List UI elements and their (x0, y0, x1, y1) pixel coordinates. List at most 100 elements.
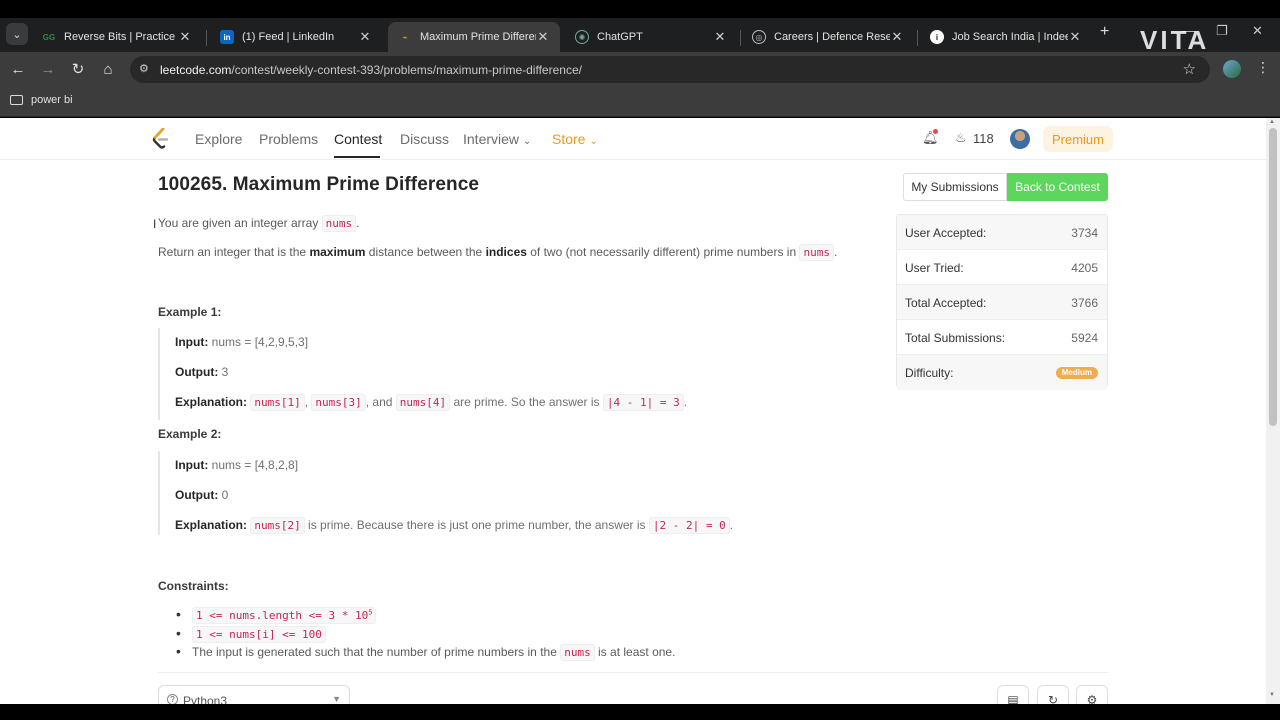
nav-store[interactable]: Store ⌄ (552, 131, 598, 147)
section-divider (158, 672, 1108, 673)
example-explanation: Explanation: nums[2] is prime. Because t… (175, 517, 734, 534)
close-icon[interactable]: ✕ (536, 29, 550, 45)
language-select[interactable]: ? Python3 ▼ (158, 685, 350, 704)
stat-user-accepted: User Accepted: 3734 (897, 215, 1107, 250)
user-avatar[interactable] (1010, 129, 1030, 149)
tab-careers[interactable]: ◎ Careers | Defence Research ✕ (742, 22, 914, 52)
chatgpt-icon: ✺ (575, 30, 589, 44)
globe-icon: ◎ (752, 30, 766, 44)
folder-icon (10, 95, 23, 105)
streak-count: 118 (973, 131, 994, 146)
bookmark-power-bi[interactable]: power bi (10, 94, 73, 106)
tab-linkedin[interactable]: in (1) Feed | LinkedIn ✕ (210, 22, 382, 52)
stat-user-tried: User Tried: 4205 (897, 250, 1107, 285)
tab-title: Careers | Defence Research (774, 31, 890, 43)
constraint-item: 1 <= nums.length <= 3 * 105 (176, 606, 377, 624)
browser-menu-icon[interactable]: ⋮ (1256, 59, 1270, 76)
problem-description: Return an integer that is the maximum di… (158, 244, 838, 261)
maximize-icon[interactable]: ❐ (1216, 23, 1228, 39)
example-output: Output: 0 (175, 488, 229, 502)
close-icon[interactable]: ✕ (1068, 29, 1082, 45)
tab-chatgpt[interactable]: ✺ ChatGPT ✕ (565, 22, 737, 52)
url-field[interactable]: ⚙ leetcode.com/contest/weekly-contest-39… (130, 56, 1210, 83)
constraint-item: The input is generated such that the num… (176, 643, 675, 661)
leetcode-logo[interactable] (152, 128, 172, 150)
page-content: Explore Problems Contest Discuss Intervi… (0, 118, 1266, 704)
close-window-icon[interactable]: ✕ (1252, 23, 1263, 39)
nav-discuss[interactable]: Discuss (400, 131, 449, 147)
text-cursor: I (153, 217, 157, 231)
notification-dot (933, 129, 938, 134)
chevron-down-icon: ⌄ (522, 136, 532, 147)
settings-gear-icon[interactable]: ⚙ (1076, 685, 1108, 704)
new-tab-button[interactable]: + (1100, 23, 1109, 41)
nav-problems[interactable]: Problems (259, 131, 318, 147)
url-text: leetcode.com/contest/weekly-contest-393/… (160, 63, 582, 77)
back-icon[interactable]: ← (8, 59, 28, 79)
gfg-icon: GG (42, 32, 56, 42)
scroll-thumb[interactable] (1269, 128, 1277, 426)
stat-total-submissions: Total Submissions: 5924 (897, 320, 1107, 355)
example-2-heading: Example 2: (158, 427, 222, 441)
linkedin-icon: in (220, 30, 234, 44)
example-output: Output: 3 (175, 365, 229, 379)
tab-title: Reverse Bits | Practice | Geeks (64, 31, 178, 43)
nav-interview[interactable]: Interview ⌄ (463, 131, 531, 147)
scroll-down-arrow[interactable]: ▼ (1269, 692, 1275, 698)
bookmark-label: power bi (31, 94, 73, 106)
profile-avatar[interactable] (1223, 60, 1241, 78)
contest-stats-panel: User Accepted: 3734 User Tried: 4205 Total… (896, 214, 1108, 390)
my-submissions-button[interactable]: My Submissions (903, 173, 1007, 201)
info-icon: i (930, 30, 944, 44)
close-icon[interactable]: ✕ (178, 29, 192, 45)
tab-bar: ⌄ GG Reverse Bits | Practice | Geeks ✕ i… (0, 18, 1280, 52)
forward-icon[interactable]: → (38, 59, 58, 79)
close-icon[interactable]: ✕ (890, 29, 904, 45)
site-info-icon[interactable]: ⚙ (139, 62, 149, 75)
reset-icon[interactable]: ↻ (1037, 685, 1069, 704)
premium-button[interactable]: Premium (1043, 126, 1113, 152)
example-2-block: Input: nums = [4,8,2,8] Output: 0 Explan… (158, 451, 733, 535)
close-icon[interactable]: ✕ (713, 29, 727, 45)
leetcode-navbar: Explore Problems Contest Discuss Intervi… (0, 118, 1266, 160)
tab-reverse-bits[interactable]: GG Reverse Bits | Practice | Geeks ✕ (32, 22, 202, 52)
page-scrollbar[interactable]: ▲ ▼ (1266, 118, 1280, 704)
streak-fire-icon[interactable]: ♨ (955, 130, 967, 146)
nav-explore[interactable]: Explore (195, 131, 242, 147)
constraints-heading: Constraints: (158, 579, 229, 593)
example-input: Input: nums = [4,2,9,5,3] (175, 335, 309, 349)
tab-title: ChatGPT (597, 31, 643, 43)
tab-title: (1) Feed | LinkedIn (242, 31, 335, 43)
example-explanation: Explanation: nums[1], nums[3], and nums[… (175, 394, 688, 411)
constraint-item: 1 <= nums[i] <= 100 (176, 625, 326, 643)
difficulty-badge: Medium (1055, 367, 1098, 379)
reload-icon[interactable]: ↻ (68, 59, 88, 79)
home-icon[interactable]: ⌂ (98, 59, 118, 79)
problem-title: 100265. Maximum Prime Difference (158, 174, 480, 195)
chevron-down-icon: ⌄ (589, 136, 598, 147)
tab-title: Maximum Prime Difference - LeetCode (420, 31, 536, 43)
example-1-block: Input: nums = [4,2,9,5,3] Output: 3 Expl… (158, 328, 687, 420)
example-input: Input: nums = [4,8,2,8] (175, 458, 299, 472)
tab-search-button[interactable]: ⌄ (6, 23, 28, 45)
back-to-contest-button[interactable]: Back to Contest (1007, 173, 1108, 201)
screen-top-strip (0, 0, 1280, 18)
leetcode-icon: ⌁ (402, 32, 408, 42)
tab-indeed[interactable]: i Job Search India | Indeed ✕ (920, 22, 1092, 52)
stat-total-accepted: Total Accepted: 3766 (897, 285, 1107, 320)
address-bar: ← → ↻ ⌂ ⚙ leetcode.com/contest/weekly-co… (0, 52, 1280, 86)
stat-difficulty: Difficulty: Medium (897, 355, 1107, 390)
tab-maximum-prime-difference[interactable]: ⌁ Maximum Prime Difference - LeetCode ✕ (388, 22, 560, 52)
file-icon[interactable]: ▤ (997, 685, 1029, 704)
help-icon: ? (167, 694, 178, 704)
tab-separator (740, 30, 741, 46)
problem-intro: You are given an integer array nums. (158, 215, 360, 232)
tab-title: Job Search India | Indeed (952, 31, 1068, 43)
screen-bottom-strip (0, 704, 1280, 720)
scroll-up-arrow[interactable]: ▲ (1269, 119, 1275, 125)
nav-contest[interactable]: Contest (334, 131, 382, 147)
example-1-heading: Example 1: (158, 305, 222, 319)
bookmark-star-icon[interactable]: ☆ (1183, 60, 1196, 78)
bookmarks-bar: power bi (0, 86, 1280, 117)
close-icon[interactable]: ✕ (358, 29, 372, 45)
